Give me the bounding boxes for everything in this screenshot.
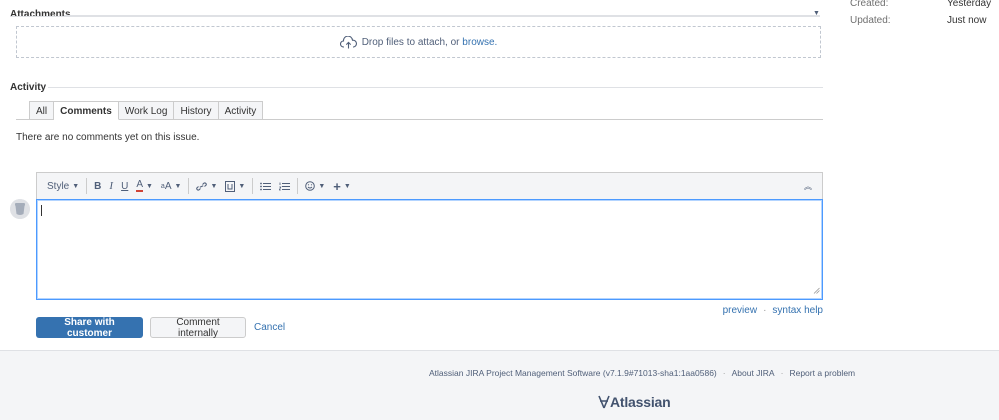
link-separator: · (763, 305, 767, 316)
toolbar-separator (86, 178, 88, 194)
footer: Atlassian JIRA Project Management Softwa… (0, 350, 999, 420)
tab-comments[interactable]: Comments (54, 101, 119, 120)
collapse-icon[interactable]: ▼ (813, 10, 820, 17)
style-label: Style (47, 180, 70, 192)
comment-internally-button[interactable]: Comment internally (150, 317, 246, 339)
italic-icon[interactable]: I (105, 176, 117, 196)
activity-rule (48, 87, 823, 88)
cancel-link[interactable]: Cancel (254, 322, 285, 333)
updated-value: Just now (947, 15, 987, 26)
toolbar-separator (297, 178, 299, 194)
tab-activity[interactable]: Activity (218, 101, 264, 120)
tab-history[interactable]: History (174, 101, 219, 120)
atlassian-logo-icon (598, 395, 610, 409)
syntax-help-link[interactable]: syntax help (772, 305, 823, 316)
emoticon-icon[interactable]: ▼ (301, 176, 329, 196)
drop-text: Drop files to attach, or (361, 36, 460, 48)
activity-title: Activity (10, 82, 47, 93)
atlassian-logo[interactable]: Atlassian (598, 394, 671, 410)
created-label: Created: (850, 0, 889, 9)
created-value: Yesterday (947, 0, 992, 9)
preview-link[interactable]: preview (723, 305, 757, 316)
tab-all[interactable]: All (29, 101, 55, 120)
updated-label: Updated: (850, 15, 891, 26)
attachment-icon[interactable]: ▼ (221, 176, 249, 196)
activity-tabs: All Comments Work Log History Activity (29, 101, 264, 120)
no-comments-message: There are no comments yet on this issue. (16, 132, 200, 143)
underline-icon[interactable]: U (117, 176, 132, 196)
editor-toolbar: Style ▼ B I U A ▼ a A ▼ ▼ ▼ ▼ + ▼ ︽ (36, 172, 823, 199)
text-cursor (41, 205, 42, 216)
toolbar-separator (188, 178, 190, 194)
text-size-icon[interactable]: a A ▼ (157, 176, 186, 196)
tabs-baseline (259, 119, 823, 120)
collapse-toolbar-icon[interactable]: ︽ (800, 176, 816, 196)
editor-links: preview · syntax help (723, 305, 823, 316)
numbered-list-icon[interactable] (275, 176, 294, 196)
comment-textarea[interactable] (36, 199, 823, 300)
chevron-down-icon: ▼ (72, 182, 80, 190)
avatar (10, 199, 30, 219)
bullet-list-icon[interactable] (256, 176, 275, 196)
link-icon[interactable]: ▼ (192, 176, 221, 196)
resize-grip-icon[interactable] (813, 285, 820, 297)
style-dropdown[interactable]: Style ▼ (43, 176, 83, 196)
toolbar-separator (252, 178, 254, 194)
attachment-dropzone[interactable]: Drop files to attach, or browse. (16, 26, 821, 58)
tab-work-log[interactable]: Work Log (118, 101, 175, 120)
footer-about-link[interactable]: About JIRA (732, 368, 775, 378)
attachments-rule (64, 15, 820, 16)
share-with-customer-button[interactable]: Share with customer (36, 317, 143, 339)
atlassian-logo-text: Atlassian (610, 394, 671, 410)
browse-link[interactable]: browse. (462, 37, 497, 48)
footer-software-link[interactable]: Atlassian JIRA Project Management Softwa… (429, 368, 717, 378)
bold-icon[interactable]: B (90, 176, 105, 196)
text-color-icon[interactable]: A ▼ (132, 176, 157, 196)
cloud-upload-icon (339, 35, 362, 49)
footer-separator: · (722, 368, 726, 378)
footer-report-link[interactable]: Report a problem (789, 368, 855, 378)
footer-separator: · (780, 368, 784, 378)
insert-more-icon[interactable]: + ▼ (329, 176, 355, 196)
footer-links: Atlassian JIRA Project Management Softwa… (429, 368, 855, 378)
tabs-baseline-left (16, 119, 29, 120)
